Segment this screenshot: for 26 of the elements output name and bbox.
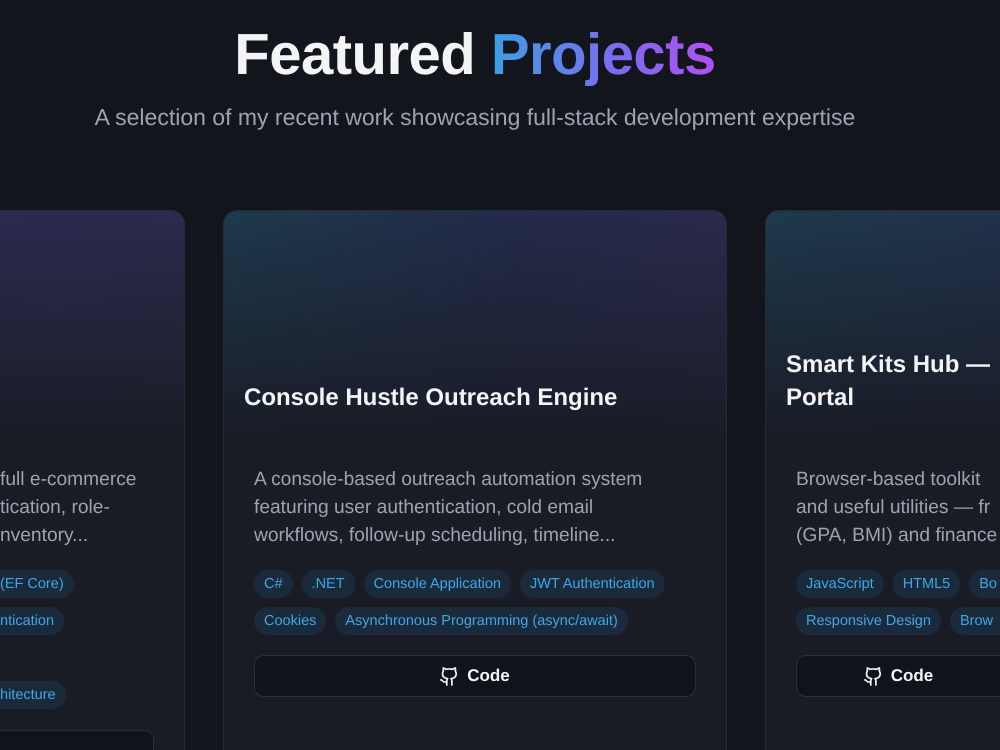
page-subtitle: A selection of my recent work showcasing full-stack development expertise xyxy=(94,103,856,131)
tech-tag: HTML5 xyxy=(892,570,960,598)
card-button[interactable] xyxy=(0,730,154,750)
github-icon xyxy=(440,666,458,686)
tech-tag: JWT Authentication xyxy=(520,570,665,598)
tech-tag: JavaScript xyxy=(796,570,884,598)
tech-tag: Cookies xyxy=(254,607,326,635)
code-button[interactable]: Code xyxy=(796,655,1000,697)
page-heading: Featured Projects xyxy=(234,21,716,89)
code-button[interactable]: Code xyxy=(254,655,696,697)
tech-tag: ntication xyxy=(0,607,64,635)
project-description: full e-commerce tication, role- nventory... xyxy=(0,468,138,548)
tech-tag: Bo xyxy=(969,570,1000,598)
tech-tag: hitecture xyxy=(0,681,66,709)
project-description: Browser-based toolkit and useful utilities — fr (GPA, BMI) and finance xyxy=(796,468,998,548)
tech-tag: Console Application xyxy=(364,570,511,598)
tech-tag: Responsive Design xyxy=(796,607,941,635)
github-icon xyxy=(864,666,881,686)
project-title: Console Hustle Outreach Engine xyxy=(244,383,618,413)
project-description: A console-based outreach automation system featuring user authentication, cold email workflows, follow-up scheduling, timeline... xyxy=(254,468,644,548)
tech-tag: (EF Core) xyxy=(0,570,74,598)
tech-tag: C# xyxy=(254,570,293,598)
project-title: Smart Kits Hub — Portal xyxy=(786,350,990,413)
tech-tag: .NET xyxy=(302,570,355,598)
tech-tag: Brow xyxy=(950,607,1000,635)
tech-tag: Asynchronous Programming (async/await) xyxy=(335,607,628,635)
